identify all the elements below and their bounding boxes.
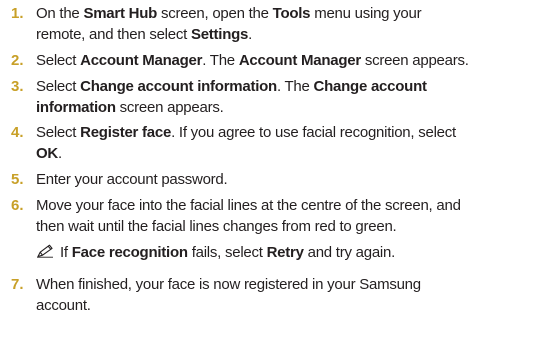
step-text: Select Register face. If you agree to us… [36, 122, 536, 164]
step-line: OK. [36, 145, 62, 162]
step-line: information screen appears. [36, 99, 224, 116]
step-note: If Face recognition fails, select Retry … [36, 242, 536, 263]
step-line: account. [36, 297, 91, 314]
step-text: Enter your account password. [36, 169, 536, 190]
step-number: 3. [11, 78, 24, 95]
step-number: 5. [11, 171, 24, 188]
step-line: remote, and then select Settings. [36, 26, 253, 43]
step-text: Select Account Manager. The Account Mana… [36, 50, 536, 71]
step-line: Enter your account password. [36, 171, 228, 188]
step-line: When finished, your face is now register… [36, 276, 421, 293]
step-line: Select Register face. If you agree to us… [36, 124, 456, 141]
step-number: 7. [11, 276, 24, 293]
step-text: On the Smart Hub screen, open the Tools … [36, 3, 536, 45]
step-number: 6. [11, 197, 24, 214]
step-number: 4. [11, 124, 24, 141]
step-number: 2. [11, 52, 24, 69]
step-text: When finished, your face is now register… [36, 274, 536, 316]
step-text: Select Change account information. The C… [36, 76, 536, 118]
pencil-note-icon [36, 243, 54, 258]
step-line: On the Smart Hub screen, open the Tools … [36, 5, 422, 22]
step-line: then wait until the facial lines changes… [36, 218, 397, 235]
step-line: Move your face into the facial lines at … [36, 197, 461, 214]
step-number: 1. [11, 5, 24, 22]
step-text: Move your face into the facial lines at … [36, 195, 536, 237]
step-line: Select Change account information. The C… [36, 78, 427, 95]
step-line: Select Account Manager. The Account Mana… [36, 52, 469, 69]
